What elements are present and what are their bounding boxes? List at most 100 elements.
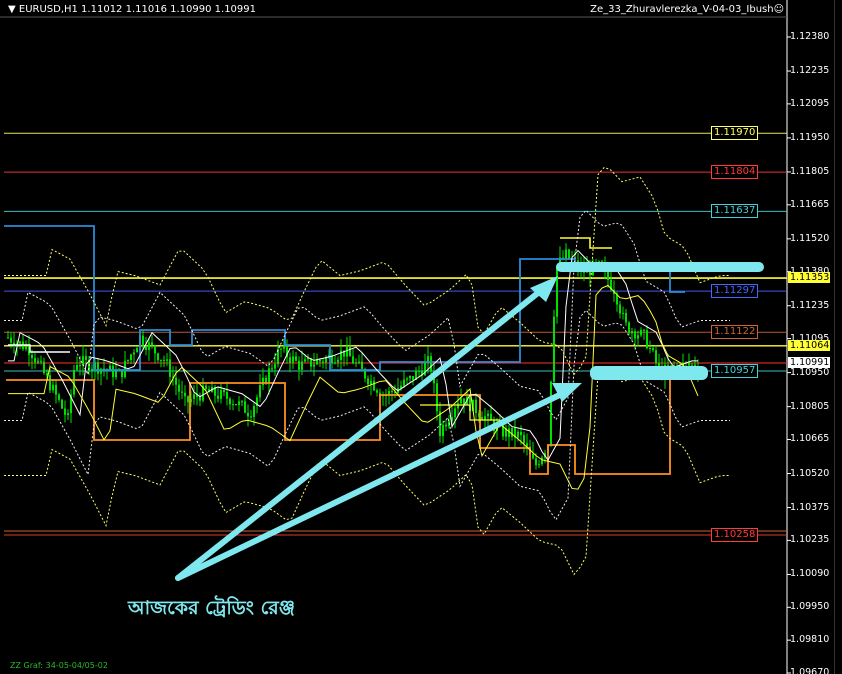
candle-body [298,360,300,370]
candle-body [442,424,444,436]
candle-body [487,413,489,417]
candle-body [391,391,393,393]
candle-body [148,342,150,350]
price-axis-label: 1.10665 [790,433,830,445]
level-tag: 1.11297 [711,284,759,299]
annotation-arrow-bottom [175,387,573,581]
candle-body [319,359,321,362]
price-axis-label: 1.11520 [790,232,830,244]
candle-body [67,413,69,415]
candle-body [262,377,264,386]
candle-body [523,435,525,444]
candle-body [217,395,219,399]
candle-body [55,384,57,395]
price-axis-label: 1.10520 [790,467,830,479]
candle-body [154,345,156,354]
candle-body [40,360,42,362]
candle-body [238,401,240,406]
candle-body [205,385,207,390]
candle-body [82,356,84,366]
level-tag: 1.11637 [711,204,759,219]
candle-body [61,399,63,409]
candle-body [637,335,639,339]
candle-body [406,378,408,380]
price-axis-label: 1.10235 [790,534,830,546]
candle-body [313,364,315,367]
candle-body [76,365,78,370]
candle-body [655,350,657,364]
candle-body [538,464,540,466]
candle-body [517,431,519,438]
candle-body [334,362,336,364]
candle-body [124,360,126,378]
candle-body [349,346,351,357]
candle-body [289,357,291,363]
candle-body [688,362,690,366]
candle-body [346,346,348,357]
candle-body [229,398,231,405]
candle-body [280,348,282,350]
candle-body [553,316,555,382]
candle-body [403,379,405,386]
candle-body [142,335,144,346]
candle-body [355,362,357,364]
footer-label: ZZ Graf: 34-05-04/05-02 [10,661,108,670]
candle-body [445,424,447,427]
candle-body [271,368,273,370]
candle-body [79,365,81,367]
price-axis-label: 1.12235 [790,65,830,77]
price-axis-label: 1.11805 [790,165,830,177]
price-axis-label: 1.12380 [790,31,830,42]
price-axis-label: 1.12095 [790,97,830,109]
candle-body [130,354,132,361]
candle-body [475,399,477,414]
candle-body [241,401,243,403]
candle-body [160,359,162,361]
candle-body [199,396,201,401]
candle-body [157,353,159,361]
level-tag: 1.11122 [711,325,759,340]
level-tag: 1.10957 [711,363,759,378]
chart-window[interactable]: ▼ EURUSD,H1 1.11012 1.11016 1.10990 1.10… [0,0,842,674]
candle-body [10,337,12,343]
candle-body [436,383,438,412]
candle-body [541,457,543,465]
candle-body [640,329,642,336]
candle-body [52,384,54,391]
candle-body [253,405,255,417]
candle-body [565,249,567,259]
candle-body [646,330,648,349]
candle-body [631,331,633,334]
price-axis-label: 1.10805 [790,400,830,412]
level-tag: 1.11970 [711,126,759,141]
candle-body [652,348,654,351]
candle-body [193,394,195,399]
candle-body [112,365,114,378]
candle-body [136,348,138,353]
candle-body [691,364,693,366]
candle-body [409,376,411,379]
candle-body [115,371,117,378]
price-axis-label: 1.10375 [790,501,830,513]
lower-step-line [6,369,700,475]
candle-body [511,427,513,437]
candle-body [283,345,285,349]
price-tag: 1.11064 [788,339,830,351]
candle-body [73,369,75,395]
candle-body [250,416,252,418]
candle-body [304,359,306,362]
candle-body [43,361,45,374]
price-tag: 1.11353 [788,272,830,284]
candle-body [97,362,99,374]
candle-body [622,312,624,314]
candle-body [454,408,456,418]
price-axis-label: 1.11950 [790,131,830,143]
chart-shift-strip[interactable] [834,0,842,674]
indicator-name: Ze_33_Zhuravlerezka_V-04-03_Ibush☺ [590,4,784,15]
candle-body [457,403,459,409]
candle-body [184,392,186,397]
symbol-info: ▼ EURUSD,H1 1.11012 1.11016 1.10990 1.10… [8,4,257,15]
candle-body [133,352,135,355]
candle-body [535,458,537,466]
candle-body [268,368,270,384]
